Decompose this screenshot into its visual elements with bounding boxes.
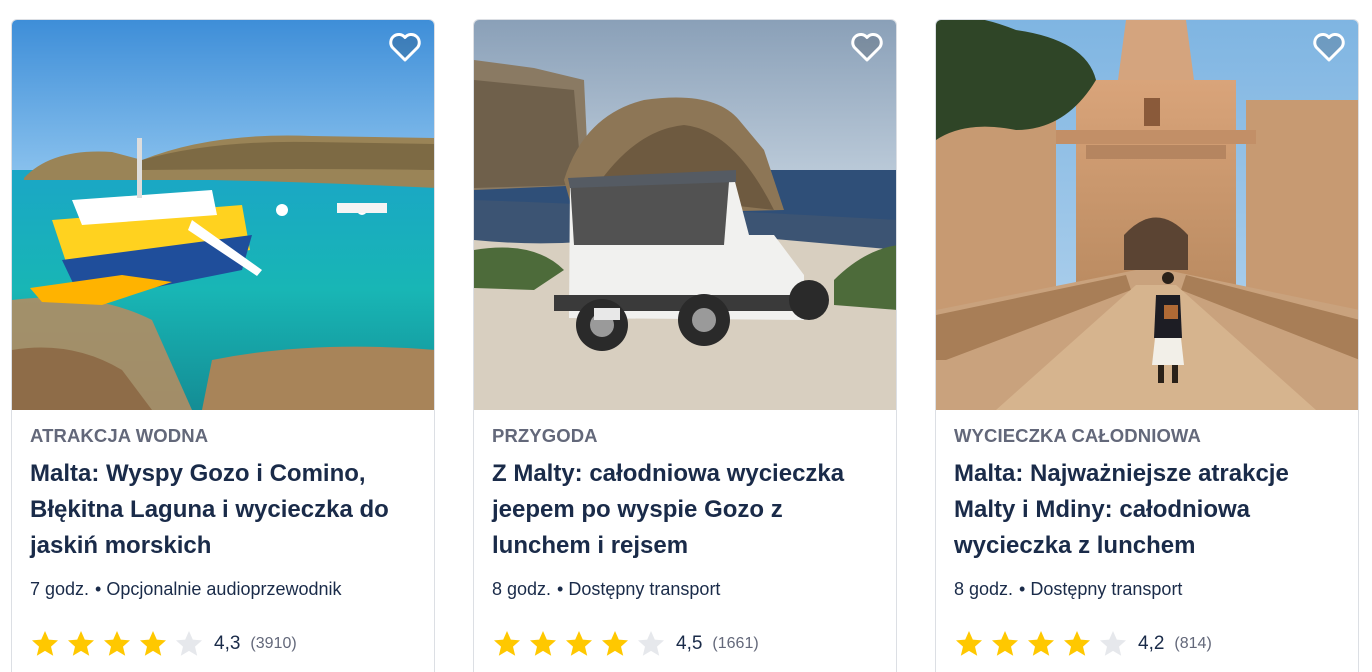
star-filled-icon [530, 631, 556, 656]
activity-card-grid: ATRAKCJA WODNA Malta: Wyspy Gozo i Comin… [0, 0, 1372, 672]
activity-duration: 7 godz. [30, 579, 90, 599]
activity-duration: 8 godz. [954, 579, 1014, 599]
heart-outline-icon [389, 33, 421, 62]
activity-feature: Dostępny transport [1030, 579, 1183, 599]
activity-card[interactable]: ATRAKCJA WODNA Malta: Wyspy Gozo i Comin… [11, 19, 435, 672]
activity-card[interactable]: PRZYGODA Z Malty: całodniowa wycieczka j… [473, 19, 897, 672]
star-filled-icon [956, 631, 982, 656]
review-count: (3910) [250, 635, 297, 652]
rating-stars [30, 629, 204, 659]
star-empty-icon [176, 631, 202, 656]
star-filled-icon [992, 631, 1018, 656]
activity-photo[interactable] [12, 20, 434, 410]
rating-score: 4,5 [676, 633, 703, 654]
activity-details: 8 godz. • Dostępny transport [954, 578, 1340, 600]
rating-stars [954, 629, 1128, 659]
star-filled-icon [566, 631, 592, 656]
star-filled-icon [602, 631, 628, 656]
star-filled-icon [1028, 631, 1054, 656]
mdina-gate-photo [936, 20, 1358, 410]
wishlist-button[interactable] [388, 30, 422, 64]
activity-category: PRZYGODA [492, 425, 598, 446]
heart-outline-icon [851, 33, 883, 62]
wishlist-button[interactable] [850, 30, 884, 64]
gozo-jeep-photo [474, 20, 896, 410]
separator-dot: • [557, 579, 564, 599]
rating: 4,5 (1661) [492, 629, 878, 659]
separator-dot: • [1019, 579, 1026, 599]
activity-details: 8 godz. • Dostępny transport [492, 578, 878, 600]
activity-feature: Dostępny transport [568, 579, 721, 599]
activity-category: WYCIECZKA CAŁODNIOWA [954, 425, 1201, 446]
rating: 4,3 (3910) [30, 629, 416, 659]
activity-title[interactable]: Malta: Wyspy Gozo i Comino, Błękitna Lag… [30, 456, 416, 564]
star-filled-icon [68, 631, 94, 656]
star-filled-icon [104, 631, 130, 656]
wishlist-button[interactable] [1312, 30, 1346, 64]
star-empty-icon [638, 631, 664, 656]
activity-duration: 8 godz. [492, 579, 552, 599]
star-filled-icon [140, 631, 166, 656]
activity-card[interactable]: WYCIECZKA CAŁODNIOWA Malta: Najważniejsz… [935, 19, 1359, 672]
rating-stars [492, 629, 666, 659]
activity-feature: Opcjonalnie audioprzewodnik [106, 579, 342, 599]
review-count: (814) [1174, 635, 1212, 652]
activity-title[interactable]: Z Malty: całodniowa wycieczka jeepem po … [492, 456, 878, 564]
activity-photo[interactable] [936, 20, 1358, 410]
activity-details: 7 godz. • Opcjonalnie audioprzewodnik [30, 578, 416, 600]
rating-score: 4,2 [1138, 633, 1165, 654]
star-filled-icon [494, 631, 520, 656]
rating: 4,2 (814) [954, 629, 1340, 659]
blue-lagoon-boat-photo [12, 20, 434, 410]
rating-score: 4,3 [214, 633, 241, 654]
activity-photo[interactable] [474, 20, 896, 410]
review-count: (1661) [712, 635, 759, 652]
star-filled-icon [1064, 631, 1090, 656]
heart-outline-icon [1313, 33, 1345, 62]
activity-category: ATRAKCJA WODNA [30, 425, 209, 446]
separator-dot: • [95, 579, 102, 599]
activity-title[interactable]: Malta: Najważniejsze atrakcje Malty i Md… [954, 456, 1340, 564]
star-filled-icon [32, 631, 58, 656]
star-empty-icon [1100, 631, 1126, 656]
